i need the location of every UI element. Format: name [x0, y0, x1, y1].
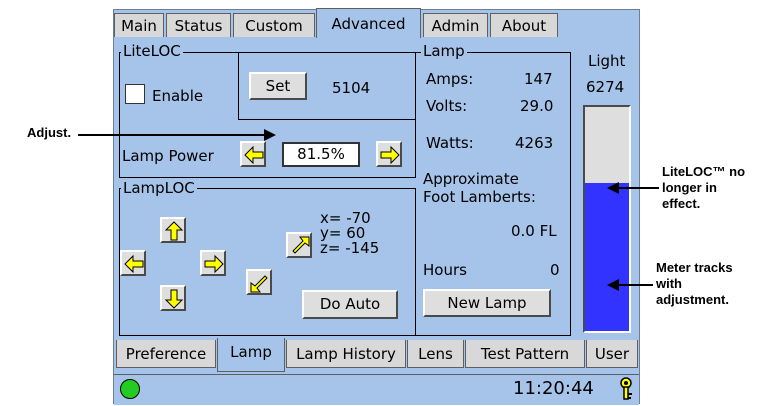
tab-preference[interactable]: Preference — [116, 340, 216, 368]
tab-about[interactable]: About — [490, 13, 558, 37]
tab-custom[interactable]: Custom — [233, 13, 315, 37]
light-meter — [583, 105, 631, 333]
tab-status[interactable]: Status — [166, 13, 231, 37]
enable-checkbox[interactable] — [125, 84, 145, 104]
left-arrow-icon — [244, 145, 264, 165]
up-arrow-icon — [164, 221, 184, 241]
liteloc-title: LiteLOC — [121, 42, 183, 60]
lamploc-zoom-in-button[interactable] — [286, 232, 312, 258]
down-arrow-icon — [164, 289, 184, 309]
annotation-liteloc-line1: LiteLOC™ no — [662, 164, 746, 179]
light-value: 6274 — [586, 78, 625, 96]
new-lamp-button[interactable]: New Lamp — [423, 289, 551, 317]
annotation-meter-line3: adjustment. — [656, 292, 729, 307]
annotation-liteloc-line3: effect. — [662, 196, 701, 211]
tab-lamp-history[interactable]: Lamp History — [286, 340, 406, 368]
watts-label: Watts: — [426, 134, 474, 152]
annotation-adjust-arrow — [78, 129, 276, 141]
tab-main[interactable]: Main — [114, 13, 164, 37]
tab-lens[interactable]: Lens — [407, 340, 464, 368]
user-key-icon[interactable] — [614, 376, 638, 402]
approx-label-line2: Foot Lamberts: — [423, 188, 536, 206]
status-time: 11:20:44 — [513, 378, 594, 399]
tab-user[interactable]: User — [586, 340, 638, 368]
lamp-power-value: 81.5% — [282, 142, 360, 167]
lamploc-left-button[interactable] — [120, 250, 146, 276]
lamploc-title: LampLOC — [121, 179, 197, 197]
tab-admin[interactable]: Admin — [423, 13, 488, 37]
light-label: Light — [588, 52, 626, 70]
annotation-meter-line1: Meter tracks — [656, 260, 733, 275]
lamploc-zoom-out-button[interactable] — [246, 269, 272, 295]
watts-value: 4263 — [515, 134, 554, 152]
lamp-power-decrease-button[interactable] — [240, 141, 266, 167]
annotation-liteloc-arrow — [607, 182, 659, 194]
tab-test-pattern[interactable]: Test Pattern — [465, 340, 585, 368]
amps-value: 147 — [524, 70, 553, 88]
lamploc-right-button[interactable] — [200, 250, 226, 276]
annotation-meter-arrow — [607, 279, 653, 291]
tab-lamp[interactable]: Lamp — [217, 338, 285, 372]
fl-value: 0.0 FL — [511, 222, 557, 240]
amps-label: Amps: — [426, 70, 474, 88]
status-led — [120, 379, 140, 399]
do-auto-button[interactable]: Do Auto — [302, 290, 398, 319]
tab-advanced[interactable]: Advanced — [316, 8, 421, 38]
projector-screen: Main Status Custom Advanced Admin About … — [113, 8, 640, 405]
diagonal-down-arrow-icon — [250, 275, 268, 293]
annotation-adjust: Adjust. — [27, 125, 72, 140]
light-meter-fill — [585, 183, 629, 331]
annotation-liteloc-line2: longer in — [662, 180, 717, 195]
lamploc-down-button[interactable] — [160, 285, 186, 311]
lamp-power-label: Lamp Power — [122, 147, 214, 165]
right-arrow-icon — [380, 145, 400, 165]
set-button[interactable]: Set — [249, 72, 307, 100]
lamploc-up-button[interactable] — [160, 217, 186, 243]
lamp-title: Lamp — [421, 42, 467, 60]
lamploc-z: z= -145 — [320, 239, 380, 257]
lamp-power-increase-button[interactable] — [376, 141, 402, 167]
right-arrow-icon — [204, 254, 224, 274]
volts-value: 29.0 — [520, 97, 554, 115]
annotation-meter-line2: with — [656, 276, 682, 291]
enable-label: Enable — [152, 87, 204, 105]
left-arrow-icon — [124, 254, 144, 274]
diagonal-up-arrow-icon — [292, 236, 310, 254]
volts-label: Volts: — [426, 97, 468, 115]
set-value: 5104 — [332, 79, 371, 97]
approx-label-line1: Approximate — [423, 170, 519, 188]
hours-label: Hours — [423, 261, 467, 279]
hours-value: 0 — [550, 261, 560, 279]
